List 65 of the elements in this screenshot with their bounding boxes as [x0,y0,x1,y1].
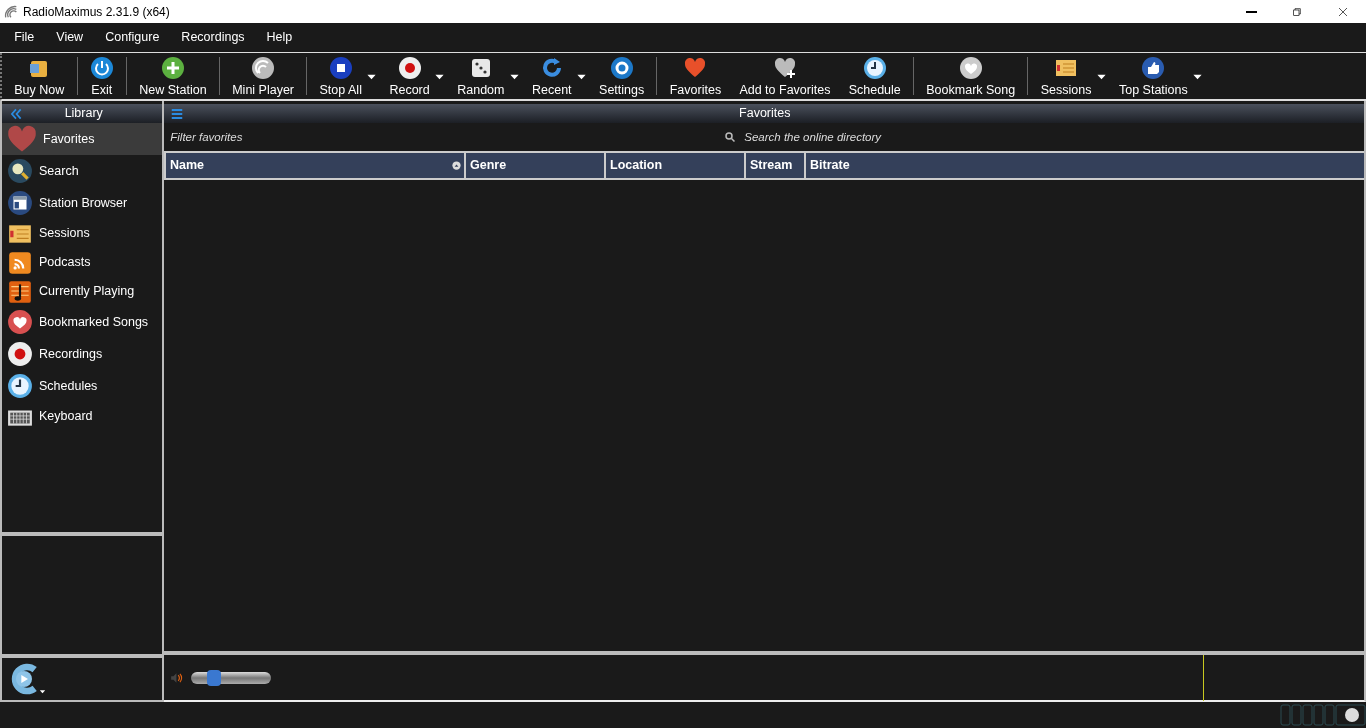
column-header[interactable]: Bitrate [804,153,1364,179]
minimize-icon [1245,10,1257,13]
library-item[interactable]: Search [2,155,162,188]
time-marker [1203,654,1204,701]
library-item[interactable]: Keyboard [2,402,162,432]
window-title: RadioMaximus 2.31.9 (x64) [23,3,171,21]
menu-item[interactable]: View [45,28,95,47]
heart-icon [683,56,708,80]
toolbar-button[interactable]: Random [451,53,511,99]
toolbar-button[interactable]: New Station [133,53,213,99]
toolbar-button[interactable]: Buy Now [8,53,71,99]
heart-plus-icon [772,56,797,80]
settings-icon [609,56,634,80]
slider-thumb[interactable] [207,669,221,686]
toolbar-button[interactable]: Add to Favorites [733,53,837,99]
online-search-field[interactable]: Search the online directory [742,127,1043,147]
toolbar-button[interactable]: Recent [525,53,578,99]
toolbar-button[interactable]: Schedule [842,53,907,99]
thumbs-up-icon [1141,56,1166,80]
menu-item[interactable]: Recordings [170,28,256,47]
column-header[interactable]: Stream [744,153,804,179]
toolbar-button[interactable]: Favorites [663,53,728,99]
filter-field[interactable]: Filter favorites [164,127,724,147]
menu-item[interactable]: Help [255,28,304,47]
library-item[interactable]: Schedules [2,370,162,403]
library-item[interactable]: Favorites [2,123,162,156]
column-header[interactable]: Name [164,153,464,179]
browser-window-icon [7,190,33,217]
toolbar-button[interactable]: Top Stations [1112,53,1194,99]
toolbar-button[interactable]: Exit [83,53,120,99]
plus-icon [161,56,185,80]
rss-icon [7,249,33,276]
library-item[interactable]: Currently Playing [2,277,162,307]
column-header[interactable]: Genre [464,153,604,179]
search-icon [724,131,736,144]
panel-title: Favorites [738,105,792,123]
signal-icon [3,3,19,20]
sort-icon [452,161,461,171]
clock-icon [862,56,887,80]
toolbar-button[interactable]: Record [383,53,436,99]
toolbar-button[interactable]: Bookmark Song [920,53,1022,99]
library-item[interactable]: Bookmarked Songs [2,306,162,339]
clock-icon [7,373,33,400]
column-header[interactable]: Location [604,153,744,179]
search-icon [7,158,33,185]
menu-item[interactable]: File [3,28,46,47]
menu-item[interactable]: Configure [94,28,171,47]
power-icon [89,56,114,80]
toolbar-button[interactable]: Settings [593,53,651,99]
record-icon [7,341,33,368]
library-item[interactable]: Station Browser [2,187,162,220]
record-icon [397,56,422,80]
caret-icon [39,688,47,695]
panel-title: Library [63,105,104,123]
library-item[interactable]: Recordings [2,338,162,371]
library-item[interactable]: Podcasts [2,248,162,278]
toolbar-button[interactable]: Mini Player [226,53,300,99]
menu-icon [170,106,185,121]
toolbar-button[interactable]: Sessions [1034,53,1098,99]
volume-slider[interactable] [190,671,271,684]
stop-icon [328,56,353,80]
signal-icon [251,56,276,80]
toolbar-button[interactable]: Stop All [313,53,368,99]
music-note-icon [7,278,33,305]
library-item[interactable]: Sessions [2,219,162,249]
